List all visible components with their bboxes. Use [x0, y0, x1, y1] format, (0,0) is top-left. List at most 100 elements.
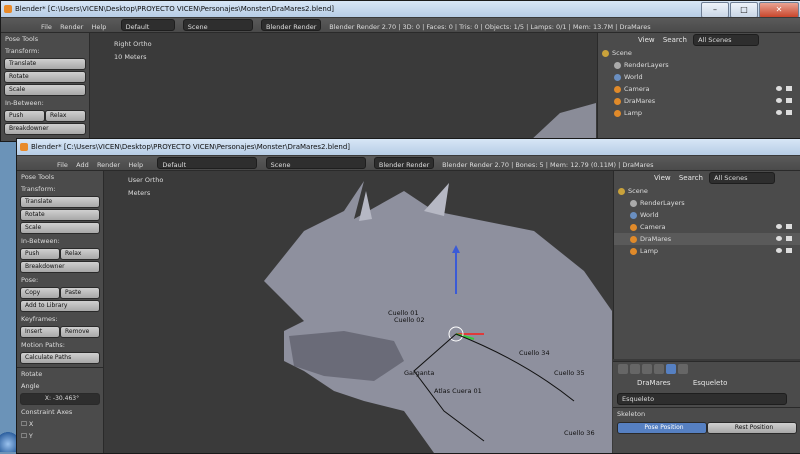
front-3d-viewport[interactable]: User Ortho Meters Cuello 01 Cuello 02 Ga…: [104, 171, 612, 453]
transform-label: Transform:: [21, 185, 56, 193]
outliner-search-menu[interactable]: Search: [663, 36, 687, 44]
view-label: Right Ortho: [114, 40, 152, 48]
calculate-paths-button[interactable]: Calculate Paths: [20, 352, 100, 364]
object-tab[interactable]: [654, 364, 664, 374]
scene-select[interactable]: Scene: [265, 157, 366, 169]
outliner-row[interactable]: World: [598, 71, 800, 83]
menu-help[interactable]: Help: [92, 20, 107, 32]
minimize-button[interactable]: –: [701, 2, 729, 17]
menu-file[interactable]: File: [57, 158, 68, 170]
blender-logo-icon: [20, 143, 28, 151]
outliner-row[interactable]: Scene: [598, 47, 800, 59]
rest-position-button[interactable]: Rest Position: [707, 422, 797, 434]
properties-editor: DraMares Esqueleto Esqueleto Skeleton Po…: [613, 361, 800, 453]
insert-keyframe-button[interactable]: Insert: [20, 326, 60, 338]
render-icon[interactable]: [786, 236, 792, 241]
windows-start-orb[interactable]: [0, 426, 16, 452]
rotate-button[interactable]: Rotate: [4, 71, 86, 83]
lamp-icon: [630, 247, 637, 255]
push-button[interactable]: Push: [4, 110, 45, 122]
pose-tools-header[interactable]: Pose Tools: [1, 33, 89, 45]
scene-icon: [618, 187, 625, 195]
camera-icon: [614, 85, 621, 93]
render-icon[interactable]: [786, 248, 792, 253]
add-to-library-button[interactable]: Add to Library: [20, 300, 100, 312]
eye-icon[interactable]: [776, 224, 782, 229]
bone-tab[interactable]: [678, 364, 688, 374]
eye-icon[interactable]: [776, 98, 782, 103]
rotate-button[interactable]: Rotate: [20, 209, 100, 221]
outliner-view-menu[interactable]: View: [654, 174, 671, 182]
properties-breadcrumb: DraMares Esqueleto: [613, 376, 800, 390]
copy-pose-button[interactable]: Copy: [20, 287, 60, 299]
world-tab[interactable]: [642, 364, 652, 374]
rotate-panel-header[interactable]: Rotate: [17, 367, 103, 380]
pose-position-button[interactable]: Pose Position: [617, 422, 707, 434]
front-outliner: View Search All Scenes Scene RenderLayer…: [613, 171, 800, 359]
outliner-row[interactable]: DraMares: [614, 233, 800, 245]
scene-select[interactable]: Scene: [182, 19, 253, 31]
maximize-button[interactable]: □: [730, 2, 758, 17]
skeleton-panel-header[interactable]: Skeleton: [613, 407, 800, 420]
engine-select[interactable]: Blender Render: [373, 157, 434, 169]
paste-pose-button[interactable]: Paste: [60, 287, 100, 299]
render-icon[interactable]: [786, 110, 792, 115]
armature-data-field[interactable]: Esqueleto: [617, 393, 787, 405]
translate-button[interactable]: Translate: [20, 196, 100, 208]
outliner-view-menu[interactable]: View: [638, 36, 655, 44]
outliner-row[interactable]: Lamp: [598, 107, 800, 119]
world-icon: [630, 211, 637, 219]
outliner-filter-select[interactable]: All Scenes: [709, 172, 776, 184]
breakdowner-button[interactable]: Breakdowner: [4, 123, 86, 135]
relax-button[interactable]: Relax: [60, 248, 100, 260]
push-button[interactable]: Push: [20, 248, 60, 260]
camera-icon: [630, 223, 637, 231]
menu-render[interactable]: Render: [60, 20, 83, 32]
eye-icon[interactable]: [776, 86, 782, 91]
front-menu-bar: File Add Render Help Default Scene Blend…: [17, 156, 800, 171]
menu-add[interactable]: Add: [76, 158, 89, 170]
outliner-row[interactable]: Camera: [614, 221, 800, 233]
copy-paste-row: Copy Paste: [20, 287, 100, 299]
angle-field[interactable]: X: -30.463°: [20, 393, 100, 405]
outliner-row[interactable]: Camera: [598, 83, 800, 95]
scale-button[interactable]: Scale: [20, 222, 100, 234]
outliner-search-menu[interactable]: Search: [679, 174, 703, 182]
pose-tools-header[interactable]: Pose Tools: [17, 171, 103, 183]
outliner-row[interactable]: RenderLayers: [598, 59, 800, 71]
eye-icon[interactable]: [776, 236, 782, 241]
render-icon[interactable]: [786, 98, 792, 103]
breakdowner-button[interactable]: Breakdowner: [20, 261, 100, 273]
outliner-row[interactable]: RenderLayers: [614, 197, 800, 209]
outliner-row[interactable]: DraMares: [598, 95, 800, 107]
outliner-row[interactable]: Scene: [614, 185, 800, 197]
bone-label: Cuello 34: [519, 349, 550, 357]
outliner-row[interactable]: Lamp: [614, 245, 800, 257]
render-icon[interactable]: [786, 86, 792, 91]
axis-x-checkbox[interactable]: ☐ X: [17, 418, 103, 430]
properties-tabs: [613, 362, 800, 376]
menu-help[interactable]: Help: [128, 158, 143, 170]
back-3d-viewport[interactable]: Right Ortho 10 Meters: [90, 33, 596, 141]
eye-icon[interactable]: [776, 248, 782, 253]
scale-button[interactable]: Scale: [4, 84, 86, 96]
outliner-filter-select[interactable]: All Scenes: [693, 34, 760, 46]
eye-icon[interactable]: [776, 110, 782, 115]
translate-button[interactable]: Translate: [4, 58, 86, 70]
axis-y-checkbox[interactable]: ☐ Y: [17, 430, 103, 442]
render-tab[interactable]: [618, 364, 628, 374]
relax-button[interactable]: Relax: [45, 110, 86, 122]
remove-keyframe-button[interactable]: Remove: [60, 326, 100, 338]
menu-render[interactable]: Render: [97, 158, 120, 170]
menu-file[interactable]: File: [41, 20, 52, 32]
scene-icon: [602, 49, 609, 57]
layout-select[interactable]: Default: [120, 19, 175, 31]
scene-tab[interactable]: [630, 364, 640, 374]
close-button[interactable]: ✕: [759, 2, 799, 17]
armature-tab[interactable]: [666, 364, 676, 374]
in-between-label: In-Between:: [21, 237, 60, 245]
layout-select[interactable]: Default: [157, 157, 258, 169]
engine-select[interactable]: Blender Render: [261, 19, 322, 31]
outliner-row[interactable]: World: [614, 209, 800, 221]
render-icon[interactable]: [786, 224, 792, 229]
